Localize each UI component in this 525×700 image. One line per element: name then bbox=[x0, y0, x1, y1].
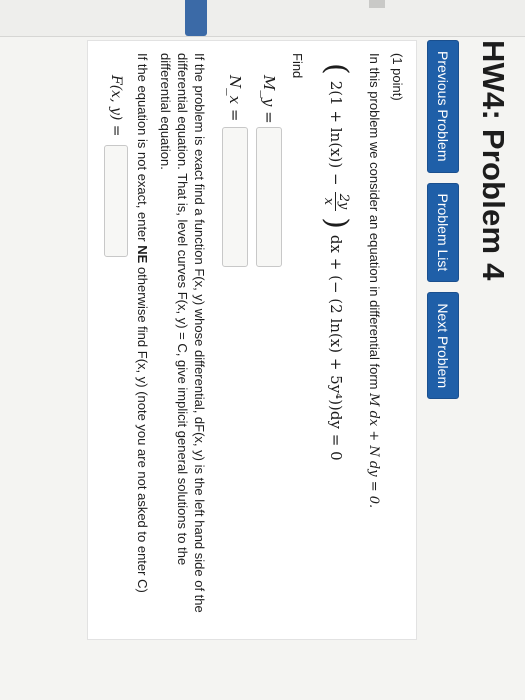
side-marker bbox=[369, 0, 385, 8]
my-row: M_y = bbox=[256, 75, 282, 627]
frac-numerator: 2y bbox=[335, 191, 352, 212]
notexact-post: otherwise find F(x, y) (note you are not… bbox=[135, 266, 150, 593]
nx-input[interactable] bbox=[222, 127, 248, 267]
page-title: HW4: Problem 4 bbox=[476, 40, 511, 281]
intro-text: In this problem we consider an equation … bbox=[367, 53, 382, 390]
problem-intro: In this problem we consider an equation … bbox=[365, 53, 383, 627]
problem-nav: Previous Problem Problem List Next Probl… bbox=[427, 40, 459, 680]
side-tab[interactable] bbox=[185, 0, 207, 36]
not-exact-instructions: If the equation is not exact, enter NE o… bbox=[134, 53, 151, 627]
next-problem-button[interactable]: Next Problem bbox=[427, 292, 459, 400]
intro-math: M dx + N dy = 0. bbox=[366, 393, 381, 509]
eq-fraction: 2y x bbox=[321, 191, 352, 212]
nx-label: N_x = bbox=[226, 75, 244, 122]
eq-part2: dx + (− (2 ln(x) + 5y⁴))dy = 0 bbox=[327, 234, 345, 461]
problem-panel: (1 point) In this problem we consider an… bbox=[87, 40, 417, 640]
close-paren: ) bbox=[319, 217, 354, 229]
find-label: Find bbox=[290, 53, 305, 79]
open-paren: ( bbox=[319, 63, 354, 75]
previous-problem-button[interactable]: Previous Problem bbox=[427, 40, 459, 173]
frac-denominator: x bbox=[321, 197, 337, 206]
eq-part1: 2(1 + ln(x)) − bbox=[327, 80, 345, 186]
my-label: M_y = bbox=[260, 75, 278, 124]
differential-equation: ( 2(1 + ln(x)) − 2y x ) dx + (− (2 ln(x)… bbox=[319, 63, 354, 627]
f-row: F(x, y) = bbox=[104, 75, 128, 627]
notexact-bold: NE bbox=[135, 245, 150, 264]
f-label: F(x, y) = bbox=[108, 75, 124, 137]
notexact-pre: If the equation is not exact, enter bbox=[135, 53, 150, 242]
side-strip bbox=[0, 0, 525, 37]
my-input[interactable] bbox=[256, 127, 282, 267]
problem-list-button[interactable]: Problem List bbox=[427, 182, 459, 283]
rotated-screen: HW4: Problem 4 Previous Problem Problem … bbox=[0, 0, 525, 700]
nx-row: N_x = bbox=[222, 75, 248, 627]
exact-instructions: If the problem is exact find a function … bbox=[158, 53, 207, 613]
points-label: (1 point) bbox=[390, 53, 405, 101]
f-input[interactable] bbox=[104, 144, 128, 257]
main-content: HW4: Problem 4 Previous Problem Problem … bbox=[87, 40, 511, 680]
